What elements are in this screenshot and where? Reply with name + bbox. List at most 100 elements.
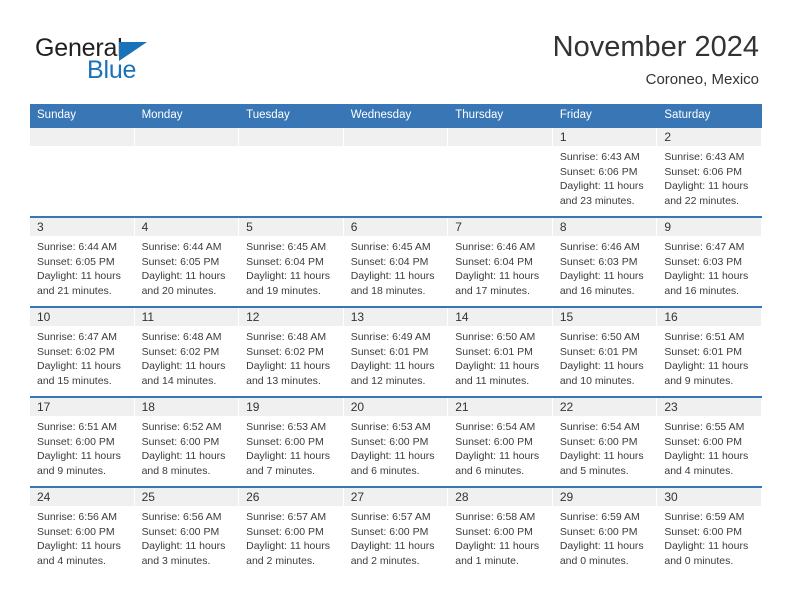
day-number-band: 16 — [657, 308, 762, 326]
day-number-band: 8 — [552, 218, 658, 236]
day-number — [30, 128, 134, 130]
day-number-band — [134, 128, 240, 146]
calendar-day-cell[interactable]: 4 Sunrise: 6:44 AM Sunset: 6:05 PM Daylight… — [134, 216, 240, 307]
day-sun-info: Sunrise: 6:56 AM Sunset: 6:00 PM Daylight:… — [30, 506, 135, 568]
day-cell-inner: 28 Sunrise: 6:58 AM Sunset: 6:00 PM Dayligh… — [448, 488, 553, 576]
day-number — [239, 128, 343, 130]
day-number: 4 — [141, 220, 149, 234]
calendar-day-cell[interactable]: 23 Sunrise: 6:55 AM Sunset: 6:00 PM Dayligh… — [657, 396, 762, 487]
calendar-day-cell[interactable]: 18 Sunrise: 6:52 AM Sunset: 6:00 PM Dayligh… — [134, 396, 240, 487]
day-number: 29 — [559, 490, 574, 504]
day-cell-inner: 29 Sunrise: 6:59 AM Sunset: 6:00 PM Dayligh… — [552, 488, 658, 576]
calendar-day-cell[interactable]: 28 Sunrise: 6:58 AM Sunset: 6:00 PM Dayligh… — [448, 486, 553, 576]
sunrise-text: Sunrise: 6:54 AM — [559, 421, 640, 433]
calendar-day-cell[interactable]: 19 Sunrise: 6:53 AM Sunset: 6:00 PM Dayligh… — [239, 396, 344, 487]
calendar-day-cell[interactable]: 3 Sunrise: 6:44 AM Sunset: 6:05 PM Daylight… — [30, 216, 135, 307]
day-number-band: 19 — [239, 398, 344, 416]
calendar-day-cell[interactable]: 25 Sunrise: 6:56 AM Sunset: 6:00 PM Dayligh… — [134, 486, 240, 576]
calendar-day-cell[interactable]: 12 Sunrise: 6:48 AM Sunset: 6:02 PM Dayligh… — [239, 306, 344, 397]
calendar-day-cell[interactable]: 10 Sunrise: 6:47 AM Sunset: 6:02 PM Dayligh… — [30, 306, 135, 397]
calendar-day-cell[interactable]: 24 Sunrise: 6:56 AM Sunset: 6:00 PM Dayligh… — [30, 486, 135, 576]
calendar-day-cell[interactable]: 27 Sunrise: 6:57 AM Sunset: 6:00 PM Dayligh… — [343, 486, 449, 576]
daylight-text: Daylight: 11 hours and 4 minutes. — [664, 450, 749, 477]
daylight-text: Daylight: 11 hours and 8 minutes. — [141, 450, 226, 477]
day-number-band: 27 — [343, 488, 449, 506]
daylight-text: Daylight: 11 hours and 20 minutes. — [141, 270, 226, 297]
day-number: 28 — [455, 490, 469, 504]
sunset-text: Sunset: 6:03 PM — [664, 255, 743, 268]
day-sun-info: Sunrise: 6:53 AM Sunset: 6:00 PM Daylight:… — [239, 416, 344, 478]
daylight-text: Daylight: 11 hours and 6 minutes. — [455, 450, 540, 477]
day-number-band: 25 — [134, 488, 240, 506]
calendar-day-cell[interactable]: 6 Sunrise: 6:45 AM Sunset: 6:04 PM Daylight… — [343, 216, 449, 307]
day-number: 6 — [350, 220, 358, 234]
calendar-page: General Blue November 2024 Coroneo, Mexi… — [0, 0, 792, 612]
calendar-day-cell[interactable]: 2 Sunrise: 6:43 AM Sunset: 6:06 PM Daylight… — [657, 126, 762, 217]
day-number-band: 5 — [239, 218, 344, 236]
day-number-band: 9 — [657, 218, 762, 236]
day-number: 18 — [141, 400, 155, 414]
calendar-day-cell[interactable]: 11 Sunrise: 6:48 AM Sunset: 6:02 PM Dayligh… — [134, 306, 240, 397]
day-number: 19 — [246, 400, 260, 414]
calendar-day-cell[interactable]: 21 Sunrise: 6:54 AM Sunset: 6:00 PM Dayligh… — [448, 396, 553, 487]
page-header: General Blue November 2024 Coroneo, Mexi… — [0, 0, 792, 104]
sunrise-text: Sunrise: 6:53 AM — [246, 421, 327, 433]
sunrise-text: Sunrise: 6:49 AM — [350, 331, 431, 343]
sunset-text: Sunset: 6:01 PM — [455, 345, 533, 358]
day-sun-info: Sunrise: 6:43 AM Sunset: 6:06 PM Daylight:… — [657, 146, 762, 208]
calendar-day-cell[interactable]: 16 Sunrise: 6:51 AM Sunset: 6:01 PM Dayligh… — [657, 306, 762, 397]
general-blue-logo[interactable]: General Blue — [35, 35, 265, 87]
calendar-day-cell[interactable]: 15 Sunrise: 6:50 AM Sunset: 6:01 PM Dayligh… — [552, 306, 658, 397]
page-title: November 2024 — [552, 31, 759, 63]
calendar-day-cell[interactable]: 14 Sunrise: 6:50 AM Sunset: 6:01 PM Dayligh… — [448, 306, 553, 397]
calendar-day-cell[interactable]: 7 Sunrise: 6:46 AM Sunset: 6:04 PM Daylight… — [448, 216, 553, 307]
day-cell-inner: 12 Sunrise: 6:48 AM Sunset: 6:02 PM Dayligh… — [239, 308, 344, 396]
day-cell-inner: 25 Sunrise: 6:56 AM Sunset: 6:00 PM Dayligh… — [134, 488, 240, 576]
calendar-day-cell[interactable]: 22 Sunrise: 6:54 AM Sunset: 6:00 PM Dayligh… — [552, 396, 658, 487]
calendar-day-cell[interactable]: 20 Sunrise: 6:53 AM Sunset: 6:00 PM Dayligh… — [343, 396, 449, 487]
day-cell-inner — [343, 128, 449, 216]
daylight-text: Daylight: 11 hours and 18 minutes. — [350, 270, 435, 297]
sunset-text: Sunset: 6:00 PM — [455, 525, 533, 538]
day-number-band: 28 — [448, 488, 553, 506]
weekday-header-wednesday: Wednesday — [343, 104, 449, 127]
title-block: November 2024 Coroneo, Mexico — [553, 30, 759, 89]
calendar-day-cell[interactable]: 5 Sunrise: 6:45 AM Sunset: 6:04 PM Daylight… — [239, 216, 344, 307]
sunrise-text: Sunrise: 6:58 AM — [455, 511, 536, 523]
day-cell-inner: 8 Sunrise: 6:46 AM Sunset: 6:03 PM Daylight… — [552, 218, 658, 306]
sunset-text: Sunset: 6:00 PM — [141, 525, 220, 538]
sunrise-text: Sunrise: 6:50 AM — [559, 331, 640, 343]
day-number: 8 — [559, 220, 567, 234]
day-number: 26 — [246, 490, 260, 504]
daylight-text: Daylight: 11 hours and 3 minutes. — [141, 540, 226, 567]
daylight-text: Daylight: 11 hours and 10 minutes. — [559, 360, 644, 387]
sunset-text: Sunset: 6:02 PM — [37, 345, 115, 358]
sunrise-text: Sunrise: 6:51 AM — [664, 331, 745, 343]
daylight-text: Daylight: 11 hours and 16 minutes. — [559, 270, 644, 297]
calendar-day-cell[interactable]: 17 Sunrise: 6:51 AM Sunset: 6:00 PM Dayligh… — [30, 396, 135, 487]
sunset-text: Sunset: 6:00 PM — [246, 435, 324, 448]
day-number-band: 21 — [448, 398, 553, 416]
calendar-day-cell[interactable]: 29 Sunrise: 6:59 AM Sunset: 6:00 PM Dayligh… — [552, 486, 658, 576]
daylight-text: Daylight: 11 hours and 14 minutes. — [141, 360, 226, 387]
calendar-day-cell[interactable]: 1 Sunrise: 6:43 AM Sunset: 6:06 PM Daylight… — [552, 126, 658, 217]
calendar-day-cell[interactable]: 26 Sunrise: 6:57 AM Sunset: 6:00 PM Dayligh… — [239, 486, 344, 576]
calendar-day-cell[interactable]: 8 Sunrise: 6:46 AM Sunset: 6:03 PM Daylight… — [552, 216, 658, 307]
day-cell-inner: 7 Sunrise: 6:46 AM Sunset: 6:04 PM Daylight… — [448, 218, 553, 306]
day-number: 22 — [559, 400, 574, 414]
day-sun-info: Sunrise: 6:46 AM Sunset: 6:04 PM Daylight:… — [448, 236, 553, 298]
daylight-text: Daylight: 11 hours and 1 minute. — [455, 540, 540, 567]
day-number: 21 — [455, 400, 469, 414]
weekday-header-sunday: Sunday — [30, 104, 135, 127]
calendar-day-cell[interactable]: 9 Sunrise: 6:47 AM Sunset: 6:03 PM Daylight… — [657, 216, 762, 307]
weekday-header-friday: Friday — [552, 104, 658, 127]
day-cell-inner: 5 Sunrise: 6:45 AM Sunset: 6:04 PM Daylight… — [239, 218, 344, 306]
day-number: 23 — [664, 400, 678, 414]
calendar-day-cell-empty — [30, 126, 135, 217]
day-number: 5 — [246, 220, 253, 234]
calendar-day-cell[interactable]: 13 Sunrise: 6:49 AM Sunset: 6:01 PM Dayligh… — [343, 306, 449, 397]
day-number-band: 6 — [343, 218, 449, 236]
calendar-day-cell[interactable]: 30 Sunrise: 6:59 AM Sunset: 6:00 PM Dayligh… — [657, 486, 762, 576]
sunset-text: Sunset: 6:00 PM — [559, 435, 638, 448]
day-cell-inner: 3 Sunrise: 6:44 AM Sunset: 6:05 PM Daylight… — [30, 218, 135, 306]
